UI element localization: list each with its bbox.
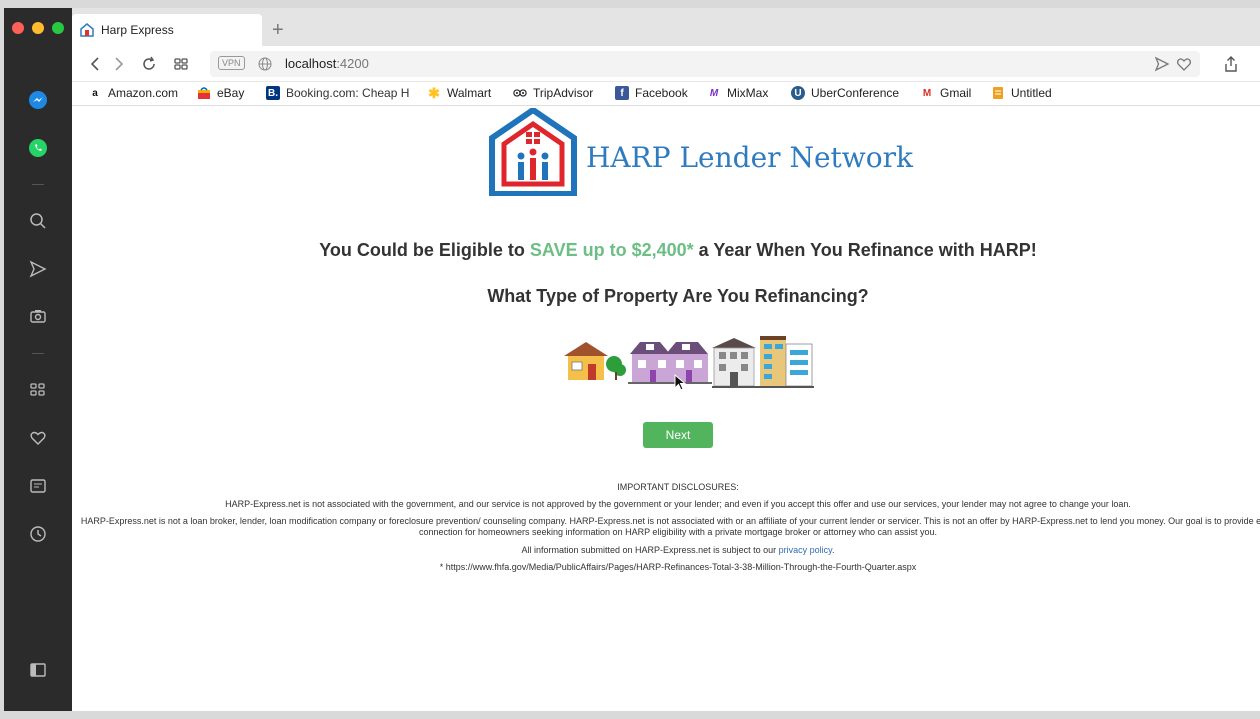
new-tab-button[interactable]: + <box>272 20 284 40</box>
privacy-text-after: . <box>831 545 835 555</box>
bookmark-label: Walmart <box>447 86 492 100</box>
bookmark-ebay[interactable]: eBay <box>197 86 244 100</box>
messenger-icon[interactable] <box>26 88 50 112</box>
headline-before: You Could be Eligible to <box>319 240 530 260</box>
send-icon[interactable] <box>26 257 50 281</box>
url-host: localhost <box>285 56 337 71</box>
whatsapp-icon[interactable] <box>26 136 50 160</box>
bookmark-label: Booking.com: Cheap H <box>286 86 410 100</box>
bookmark-walmart[interactable]: ✱ Walmart <box>427 84 492 101</box>
back-icon[interactable] <box>86 55 104 73</box>
bookmark-label: MixMax <box>727 86 769 100</box>
next-button[interactable]: Next <box>643 422 713 448</box>
property-type-images <box>564 336 814 388</box>
tripadvisor-icon <box>513 86 527 100</box>
toggle-sidebar-icon[interactable] <box>26 658 50 682</box>
property-question: What Type of Property Are You Refinancin… <box>487 286 869 306</box>
tab-grid-icon[interactable] <box>172 55 190 73</box>
bookmark-label: TripAdvisor <box>533 86 594 100</box>
bookmark-label: Facebook <box>635 86 688 100</box>
bookmark-uberconference[interactable]: U UberConference <box>791 86 899 100</box>
forward-icon[interactable] <box>110 55 128 73</box>
sidebar-divider <box>32 353 44 354</box>
news-icon[interactable] <box>26 474 50 498</box>
maximize-window-button[interactable] <box>52 22 64 34</box>
vpn-badge[interactable]: VPN <box>218 56 245 70</box>
bookmark-label: UberConference <box>811 86 900 100</box>
navigation-bar: VPN localhost:4200 <box>72 46 1260 82</box>
bookmark-untitled[interactable]: Untitled <box>991 86 1052 100</box>
house-favicon-icon <box>80 23 94 37</box>
camera-icon[interactable] <box>26 304 50 328</box>
townhouse-option[interactable] <box>628 342 712 384</box>
sidebar-divider <box>32 184 44 185</box>
gmail-icon: M <box>922 87 932 99</box>
bookmark-booking[interactable]: B. Booking.com: Cheap H <box>266 86 409 100</box>
bookmark-facebook[interactable]: f Facebook <box>615 86 688 100</box>
ebay-icon <box>197 86 211 100</box>
heart-icon[interactable] <box>26 426 50 450</box>
walmart-icon: ✱ <box>428 84 440 101</box>
facebook-icon: f <box>615 86 629 100</box>
mixmax-icon: M <box>709 87 719 99</box>
booking-icon: B. <box>266 86 280 100</box>
bookmark-gmail[interactable]: M Gmail <box>920 86 972 100</box>
bookmark-amazon[interactable]: a Amazon.com <box>88 86 178 100</box>
bookmark-label: Gmail <box>940 86 972 100</box>
disclosure-privacy: All information submitted on HARP-Expres… <box>72 545 1260 555</box>
disclosure-not-lender: HARP-Express.net is not a loan broker, l… <box>80 516 1260 537</box>
note-icon <box>991 86 1005 100</box>
condo-option[interactable] <box>712 338 758 388</box>
minimize-window-button[interactable] <box>32 22 44 34</box>
headline-after: a Year When You Refinance with HARP! <box>693 240 1037 260</box>
bookmark-mixmax[interactable]: M MixMax <box>707 86 769 100</box>
url-text: localhost:4200 <box>285 56 369 71</box>
uberconference-icon: U <box>791 86 805 100</box>
share-icon[interactable] <box>1222 55 1240 73</box>
reload-icon[interactable] <box>140 55 158 73</box>
headline-highlight: SAVE up to $2,400* <box>529 240 694 260</box>
globe-icon <box>258 57 272 71</box>
disclosure-government: HARP-Express.net is not associated with … <box>225 499 1131 509</box>
privacy-text-before: All information submitted on HARP-Expres… <box>521 545 779 555</box>
bookmarks-bar: a Amazon.com eBay B. Booking.com: Cheap … <box>72 82 1260 106</box>
history-icon[interactable] <box>26 522 50 546</box>
speed-dial-icon[interactable] <box>26 378 50 402</box>
close-window-button[interactable] <box>12 22 24 34</box>
bookmark-label: eBay <box>217 86 245 100</box>
send-page-icon[interactable] <box>1154 56 1170 72</box>
address-bar[interactable]: VPN localhost:4200 <box>210 51 1200 77</box>
footnote-source: * https://www.fhfa.gov/Media/PublicAffai… <box>439 562 917 572</box>
harp-house-logo <box>489 108 577 196</box>
browser-sidebar <box>4 8 72 711</box>
browser-window: Harp Express + VPN localhost:4200 a Amaz… <box>4 8 1260 711</box>
privacy-policy-link[interactable]: privacy policy <box>779 545 832 555</box>
bookmark-tripadvisor[interactable]: TripAdvisor <box>513 86 593 100</box>
bookmark-heart-icon[interactable] <box>1176 56 1192 72</box>
multi-family-option[interactable] <box>758 336 814 388</box>
search-icon[interactable] <box>26 209 50 233</box>
mouse-cursor-icon <box>674 374 686 391</box>
tab-bar: Harp Express + <box>72 8 1260 46</box>
single-family-house-option[interactable] <box>564 342 626 380</box>
logo-text: HARP Lender Network <box>586 141 913 174</box>
url-port: :4200 <box>336 56 369 71</box>
tab-title: Harp Express <box>101 23 174 37</box>
bookmark-label: Untitled <box>1011 86 1052 100</box>
page-content: HARP Lender Network You Could be Eligibl… <box>72 106 1260 711</box>
amazon-icon: a <box>92 87 98 99</box>
disclosures-title: IMPORTANT DISCLOSURES: <box>617 482 739 492</box>
page-headline: You Could be Eligible to SAVE up to $2,4… <box>72 240 1260 261</box>
bookmark-label: Amazon.com <box>108 86 179 100</box>
tab-harp-express[interactable]: Harp Express <box>72 14 262 46</box>
